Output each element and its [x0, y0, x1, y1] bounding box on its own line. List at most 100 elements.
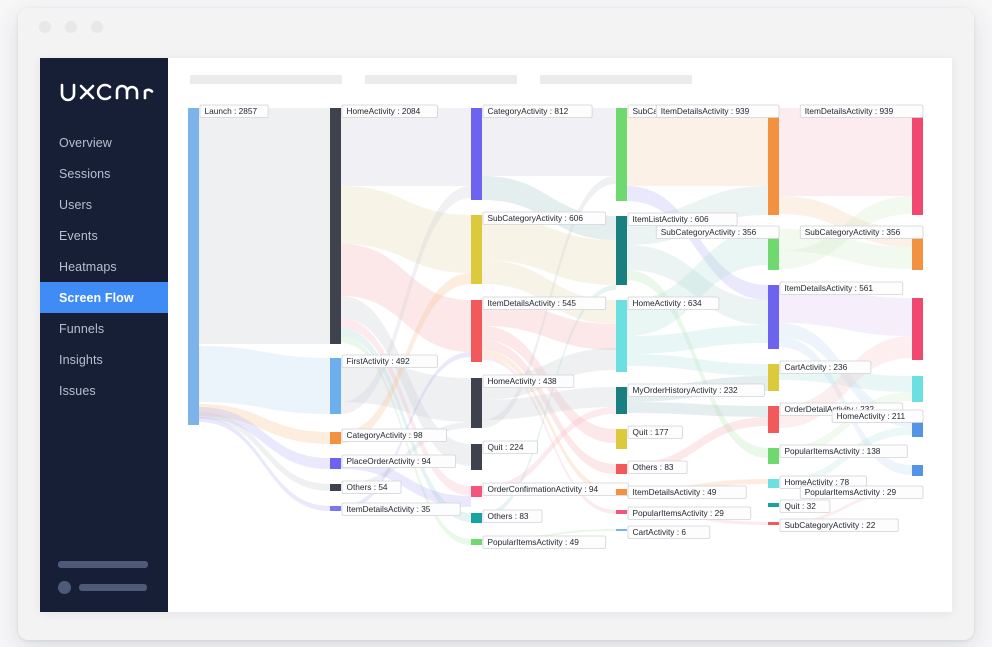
sidebar-item-funnels[interactable]: Funnels: [40, 313, 168, 344]
sidebar-item-heatmaps[interactable]: Heatmaps: [40, 251, 168, 282]
sankey-node-bar[interactable]: [768, 479, 779, 488]
sankey-node[interactable]: OrderConfirmationActivity : 94: [471, 482, 629, 497]
sidebar-item-label: Overview: [59, 135, 112, 150]
sankey-node-bar[interactable]: [768, 503, 779, 507]
sankey-node-bar[interactable]: [471, 215, 482, 284]
sankey-node-bar[interactable]: [616, 510, 627, 514]
sankey-node[interactable]: Others : 54: [330, 480, 402, 494]
sankey-node-label: CategoryActivity : 98: [347, 430, 423, 440]
sankey-node-bar[interactable]: [768, 406, 779, 433]
sankey-link[interactable]: [341, 108, 471, 186]
sankey-node[interactable]: ItemDetailsActivity : 35: [330, 502, 461, 516]
minimize-dot-icon[interactable]: [65, 21, 77, 33]
sankey-node-bar[interactable]: [330, 432, 341, 444]
sankey-link[interactable]: [779, 108, 912, 196]
sankey-node-bar[interactable]: [616, 529, 627, 531]
sankey-node-label: PopularItemsActivity : 29: [633, 508, 725, 518]
sidebar-footer: [40, 561, 168, 594]
sankey-node-bar[interactable]: [471, 378, 482, 428]
sankey-node-bar[interactable]: [471, 486, 482, 497]
sankey-node[interactable]: PopularItemsActivity : 29: [616, 506, 752, 520]
sankey-node-bar[interactable]: [471, 539, 482, 545]
sankey-node[interactable]: [912, 376, 923, 402]
sankey-node[interactable]: Others : 83: [616, 460, 688, 474]
sankey-link[interactable]: [627, 402, 768, 417]
sankey-node-label: SubCategoryActivity : 606: [488, 213, 584, 223]
sankey-link[interactable]: [482, 108, 616, 176]
window-titlebar: [18, 8, 974, 46]
sankey-node[interactable]: CategoryActivity : 98: [330, 428, 447, 444]
sankey-node[interactable]: PlaceOrderActivity : 94: [330, 454, 457, 469]
sankey-node[interactable]: PopularItemsActivity : 49: [471, 535, 607, 549]
sankey-node-label: ItemDetailsActivity : 561: [785, 283, 874, 293]
sankey-node-bar[interactable]: [330, 108, 341, 344]
sankey-node[interactable]: SubCategoryActivity : 22: [768, 518, 899, 532]
sankey-node[interactable]: [912, 298, 923, 360]
sankey-node-bar[interactable]: [912, 108, 923, 215]
sankey-node[interactable]: Quit : 32: [768, 499, 831, 513]
close-dot-icon[interactable]: [39, 21, 51, 33]
sankey-node-bar[interactable]: [768, 448, 779, 464]
sankey-node-bar[interactable]: [471, 444, 482, 470]
sankey-node[interactable]: [912, 465, 923, 476]
sidebar-item-insights[interactable]: Insights: [40, 344, 168, 375]
sankey-node-label: Quit : 32: [785, 501, 817, 511]
sankey-node-bar[interactable]: [768, 285, 779, 349]
sankey-node-label: HomeActivity : 78: [785, 477, 850, 487]
sankey-svg: Launch : 2857 HomeActivity : 2084 FirstAct…: [188, 104, 924, 549]
sankey-link[interactable]: [627, 108, 768, 186]
sankey-node[interactable]: CartActivity : 6: [616, 525, 711, 539]
sankey-node-bar[interactable]: [768, 364, 779, 391]
sidebar-item-users[interactable]: Users: [40, 189, 168, 220]
sankey-node[interactable]: ItemDetailsActivity : 49: [616, 485, 747, 499]
sankey-node-label: PopularItemsActivity : 138: [785, 446, 881, 456]
sankey-node-label: PopularItemsActivity : 49: [488, 537, 580, 547]
sankey-node-label: ItemDetailsActivity : 35: [347, 504, 431, 514]
screen-flow-sankey-chart[interactable]: Launch : 2857 HomeActivity : 2084 FirstAct…: [168, 100, 952, 612]
sidebar-item-label: Users: [59, 197, 93, 212]
sankey-node-bar[interactable]: [616, 387, 627, 414]
app-shell: Overview Sessions Users Events Heatmaps Scree…: [40, 58, 952, 612]
sankey-node-bar[interactable]: [912, 465, 923, 476]
sankey-node[interactable]: Quit : 177: [616, 425, 683, 449]
sidebar-item-screen-flow[interactable]: Screen Flow: [40, 282, 168, 313]
sankey-node-bar[interactable]: [912, 298, 923, 360]
sankey-node-bar[interactable]: [616, 216, 627, 285]
sankey-node-label: Others : 54: [347, 482, 388, 492]
sankey-node-bar[interactable]: [768, 522, 779, 525]
sankey-node-bar[interactable]: [616, 108, 627, 201]
sidebar-item-issues[interactable]: Issues: [40, 375, 168, 406]
sidebar-item-events[interactable]: Events: [40, 220, 168, 251]
sankey-node[interactable]: PopularItemsActivity : 29: [799, 485, 924, 499]
sidebar-item-label: Events: [59, 228, 98, 243]
sankey-node-bar[interactable]: [330, 506, 341, 511]
sankey-link[interactable]: [199, 108, 330, 344]
sankey-link[interactable]: [627, 354, 768, 376]
sankey-node-bar[interactable]: [471, 108, 482, 200]
sidebar-item-overview[interactable]: Overview: [40, 127, 168, 158]
sankey-node-label: ItemDetailsActivity : 939: [661, 106, 750, 116]
sankey-node-bar[interactable]: [616, 464, 627, 474]
sidebar-footer-bar: [58, 561, 148, 568]
uxcam-logo[interactable]: [59, 79, 168, 105]
sankey-node[interactable]: Others : 83: [471, 509, 543, 523]
sankey-node-bar[interactable]: [768, 108, 779, 215]
maximize-dot-icon[interactable]: [91, 21, 103, 33]
sankey-link[interactable]: [199, 346, 330, 414]
sankey-node-bar[interactable]: [471, 513, 482, 523]
sankey-node-bar[interactable]: [912, 376, 923, 402]
filter-placeholder-2[interactable]: [365, 74, 517, 84]
sankey-node-bar[interactable]: [330, 484, 341, 491]
sankey-node-bar[interactable]: [616, 489, 627, 495]
sankey-node-bar[interactable]: [188, 108, 199, 425]
sidebar-account-row[interactable]: [58, 581, 168, 594]
sankey-node-bar[interactable]: [616, 300, 627, 372]
sankey-node-bar[interactable]: [330, 458, 341, 469]
filter-placeholder-3[interactable]: [540, 74, 692, 84]
sidebar-item-sessions[interactable]: Sessions: [40, 158, 168, 189]
sankey-node-label: PopularItemsActivity : 29: [805, 487, 897, 497]
sankey-node-bar[interactable]: [330, 358, 341, 414]
sankey-node-bar[interactable]: [471, 300, 482, 362]
sankey-node-bar[interactable]: [616, 429, 627, 449]
filter-placeholder-1[interactable]: [190, 74, 342, 84]
